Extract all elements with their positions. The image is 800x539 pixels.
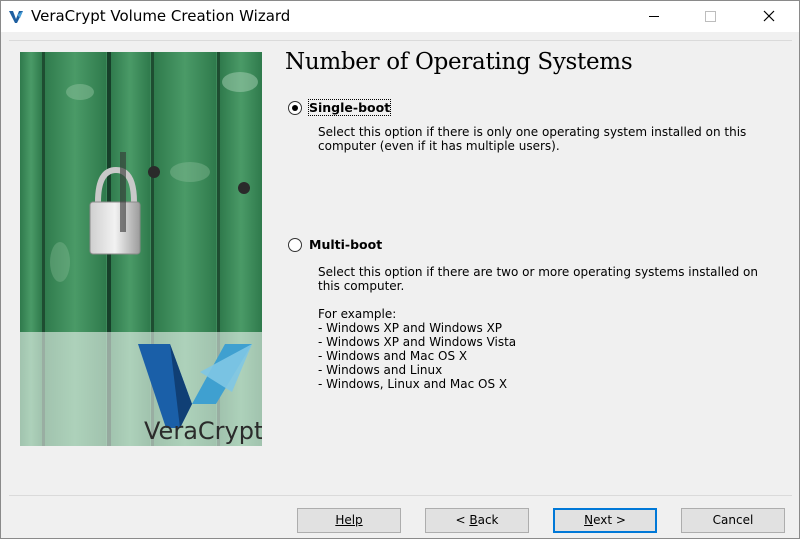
help-button[interactable]: Help [297, 508, 401, 533]
maximize-button[interactable] [687, 1, 733, 32]
multi-boot-label[interactable]: Multi-boot [309, 237, 382, 252]
wizard-window: VeraCrypt Volume Creation Wizard VeraCry… [0, 0, 800, 539]
single-boot-radio-option[interactable]: Single-boot [288, 99, 428, 120]
back-button-label: ack [477, 513, 499, 527]
examples-title: For example: [318, 307, 397, 321]
cancel-button-label: Cancel [712, 513, 754, 527]
back-button-accelerator: B [469, 513, 478, 527]
example-item: - Windows XP and Windows Vista [318, 335, 517, 349]
cancel-button[interactable]: Cancel [681, 508, 785, 533]
next-button-label: ext > [593, 513, 626, 527]
help-button-label: Help [335, 513, 363, 527]
multi-boot-description: Select this option if there are two or m… [318, 265, 758, 293]
example-item: - Windows, Linux and Mac OS X [318, 377, 508, 391]
multi-boot-examples: For example: - Windows XP and Windows XP… [318, 307, 758, 391]
wizard-banner-image: VeraCrypt [20, 52, 262, 446]
single-boot-radio[interactable] [288, 101, 302, 115]
window-title: VeraCrypt Volume Creation Wizard [31, 7, 291, 25]
page-title: Number of Operating Systems [285, 49, 633, 75]
maximize-icon [705, 11, 716, 22]
close-icon [763, 10, 775, 22]
padlock-door-illustration: VeraCrypt [20, 52, 262, 446]
bottom-divider [9, 495, 792, 496]
single-boot-label[interactable]: Single-boot [307, 99, 392, 116]
close-button[interactable] [746, 1, 792, 32]
multi-boot-radio[interactable] [288, 238, 302, 252]
single-boot-description: Select this option if there is only one … [318, 125, 747, 153]
example-item: - Windows XP and Windows XP [318, 321, 503, 335]
title-bar: VeraCrypt Volume Creation Wizard [1, 1, 799, 32]
next-button-accelerator: N [584, 513, 594, 527]
back-button[interactable]: < Back [425, 508, 529, 533]
minimize-icon [649, 16, 659, 17]
back-button-prefix: < [455, 513, 470, 527]
banner-brand-text: VeraCrypt [144, 417, 262, 445]
multi-boot-radio-option[interactable]: Multi-boot [288, 237, 428, 257]
next-button[interactable]: Next > [553, 508, 657, 533]
examples-list: - Windows XP and Windows XP - Windows XP… [318, 321, 758, 391]
example-item: - Windows and Mac OS X [318, 349, 468, 363]
example-item: - Windows and Linux [318, 363, 443, 377]
veracrypt-app-icon [9, 11, 23, 23]
minimize-button[interactable] [631, 1, 677, 32]
top-divider [9, 40, 792, 41]
